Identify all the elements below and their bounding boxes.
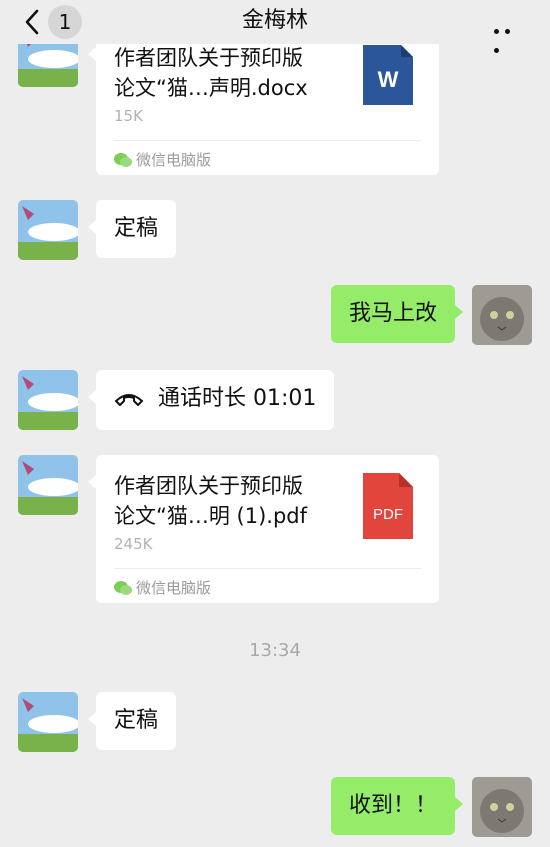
call-duration-label: 通话时长 01:01 bbox=[158, 386, 317, 411]
word-file-icon: W bbox=[363, 45, 413, 109]
file-source: 微信电脑版 bbox=[114, 578, 211, 601]
more-options-icon[interactable] bbox=[494, 19, 524, 53]
svg-text:PDF: PDF bbox=[373, 506, 403, 523]
my-message-bubble[interactable]: 我马上改 bbox=[330, 285, 464, 343]
chat-title: 金梅林 bbox=[241, 8, 308, 33]
file-source: 微信电脑版 bbox=[114, 150, 211, 173]
contact-avatar[interactable] bbox=[18, 455, 78, 515]
file-message-pdf[interactable]: 作者团队关于预印版 论文“猫…明 (1).pdf 245K PDF 微信电脑版 bbox=[88, 455, 439, 603]
file-size: 245K bbox=[114, 535, 153, 553]
message-bubble[interactable]: 定稿 bbox=[87, 692, 177, 750]
message-timestamp: 13:34 bbox=[249, 640, 301, 661]
message-bubble[interactable]: 定稿 bbox=[87, 200, 177, 258]
my-avatar[interactable] bbox=[472, 285, 532, 345]
file-name: 作者团队关于预印版 论文“猫…明 (1).pdf bbox=[114, 474, 308, 528]
pdf-file-icon: PDF bbox=[363, 473, 413, 543]
svg-text:W: W bbox=[378, 67, 399, 92]
my-message-bubble[interactable]: 收到！！ bbox=[330, 777, 464, 835]
file-message-docx[interactable]: 作者团队关于预印版 论文“猫…声明.docx 15K W 微信电脑版 bbox=[88, 27, 439, 175]
contact-avatar[interactable] bbox=[18, 692, 78, 752]
wechat-icon bbox=[114, 152, 132, 173]
divider bbox=[114, 140, 421, 141]
chat-header: 1 金梅林 bbox=[0, 0, 550, 53]
file-name: 作者团队关于预印版 论文“猫…声明.docx bbox=[114, 46, 308, 100]
phone-hangup-icon bbox=[114, 386, 144, 416]
file-size: 15K bbox=[114, 107, 143, 125]
contact-avatar[interactable] bbox=[18, 200, 78, 260]
wechat-icon bbox=[114, 580, 132, 601]
my-avatar[interactable] bbox=[472, 777, 532, 837]
call-record-bubble[interactable]: 通话时长 01:01 bbox=[87, 370, 335, 430]
divider bbox=[114, 568, 421, 569]
contact-avatar[interactable] bbox=[18, 370, 78, 430]
